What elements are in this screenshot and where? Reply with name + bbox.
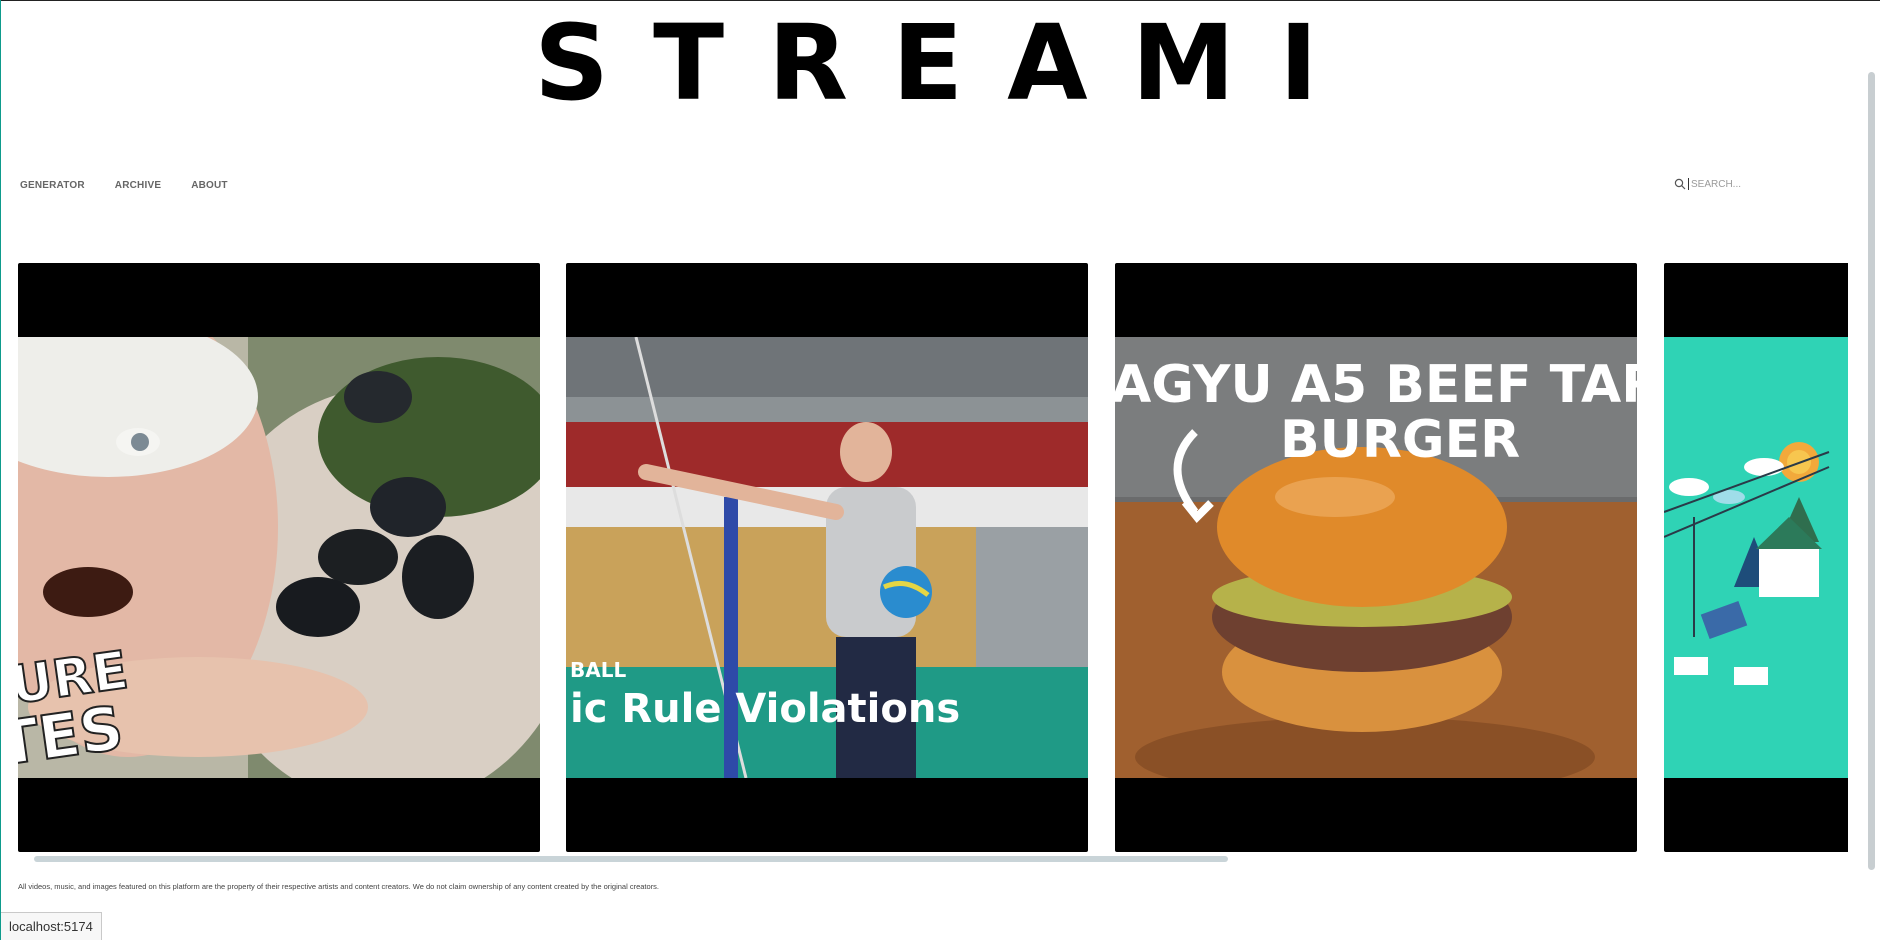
window-left-border [0,0,1,940]
nav-item-about[interactable]: ABOUT [191,180,228,191]
footer-disclaimer: All videos, music, and images featured o… [18,882,660,891]
main-nav: GENERATOR ARCHIVE ABOUT [20,180,228,191]
site-logo[interactable]: STREAMI [0,8,1870,118]
status-bar-url: localhost:5174 [1,912,102,940]
video-card[interactable]: BALL ic Rule Violations [566,263,1088,852]
search-icon[interactable] [1674,178,1686,190]
video-card[interactable]: URE TES [18,263,540,852]
video-carousel[interactable]: URE TES BALL ic Rule Violations AGYU A5 … [18,263,1848,852]
video-card[interactable] [1664,263,1848,852]
carousel-scrollbar[interactable] [18,855,1848,863]
video-thumbnail: AGYU A5 BEEF TARTA BURGER [1115,337,1637,778]
video-thumbnail [1664,337,1848,778]
thumbnail-overlay-text: BALL [570,658,626,682]
page-vertical-scrollbar[interactable] [1868,72,1875,870]
search-box [1674,178,1778,190]
video-thumbnail: BALL ic Rule Violations [566,337,1088,778]
window-top-border [0,0,1880,1]
nav-item-archive[interactable]: ARCHIVE [115,180,161,191]
carousel-scrollbar-thumb[interactable] [34,856,1228,862]
video-card[interactable]: AGYU A5 BEEF TARTA BURGER [1115,263,1637,852]
search-input[interactable] [1688,178,1778,190]
nav-item-generator[interactable]: GENERATOR [20,180,85,191]
video-thumbnail: URE TES [18,337,540,778]
thumbnail-overlay-text: ic Rule Violations [570,686,960,732]
thumbnail-overlay-text: BURGER [1280,410,1520,470]
thumbnail-overlay-text: AGYU A5 BEEF TARTA [1115,355,1637,415]
